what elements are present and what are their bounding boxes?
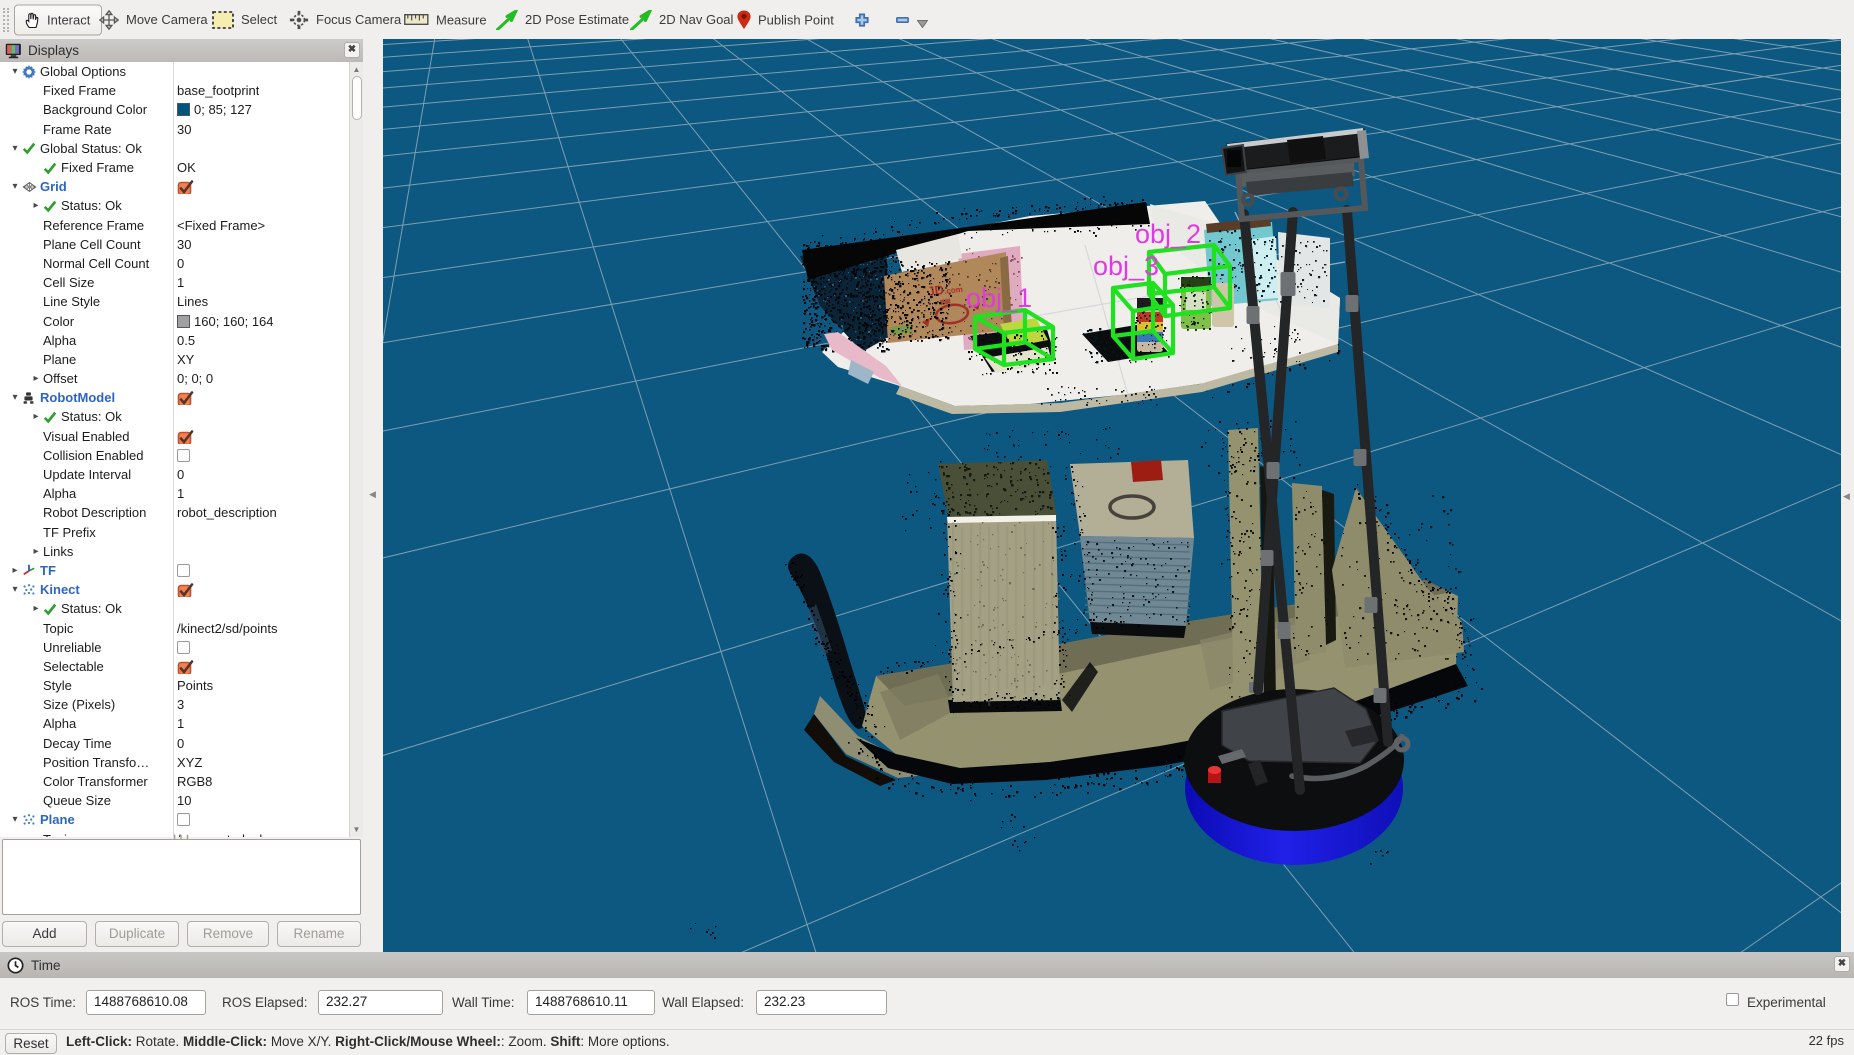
svg-text:obj_1: obj_1 [966,283,1032,313]
svg-text:obj_3: obj_3 [1093,251,1159,281]
svg-text:obj_2: obj_2 [1135,219,1201,249]
